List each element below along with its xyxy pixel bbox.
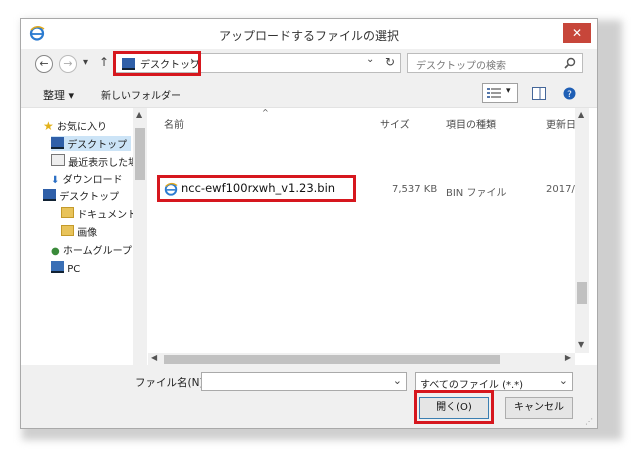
close-button[interactable]: ✕ [563,23,591,43]
organize-button[interactable]: 整理 ▾ [43,87,74,103]
filetype-dropdown-icon[interactable]: ⌄ [559,374,568,387]
dialog-footer: ファイル名(N): ⌄ すべてのファイル (*.*) ⌄ 開く(O) キャンセル… [21,365,597,428]
view-mode-button[interactable]: ▾ [482,83,518,103]
address-highlight-box [113,51,201,76]
command-toolbar: 整理 ▾ 新しいフォルダー ▾ ? [21,81,597,107]
view-dropdown-icon: ▾ [506,86,511,96]
up-arrow-icon[interactable]: ↑ [99,55,109,69]
sidebar-item-recent[interactable]: 最近表示した場所 [51,154,133,169]
file-list-scrollbar[interactable]: ▲ ▼ [575,108,589,353]
forward-arrow-icon: → [63,57,73,70]
sidebar-item-documents[interactable]: ドキュメント [61,206,137,221]
scrollbar-thumb[interactable] [577,282,587,304]
sort-indicator-icon: ^ [262,108,269,117]
back-button[interactable]: ← [35,55,53,73]
help-icon[interactable]: ? [563,87,576,100]
file-row-name[interactable]: ncc-ewf100rxwh_v1.23.bin [181,181,335,195]
star-icon: ★ [43,119,54,133]
forward-button[interactable]: → [59,55,77,73]
resize-grip-icon[interactable]: ⋰ [585,417,593,426]
sidebar-item-desktop-selected[interactable]: デスクトップ [51,136,131,151]
column-header-name[interactable]: 名前 [164,116,184,131]
filetype-value: すべてのファイル (*.*) [420,380,524,391]
open-button[interactable]: 開く(O) [419,397,489,419]
close-icon: ✕ [571,26,583,40]
recent-places-icon [51,154,65,166]
cancel-button[interactable]: キャンセル [505,397,573,419]
desktop-icon [51,137,64,149]
sidebar-item-pictures[interactable]: 画像 [61,224,97,239]
scroll-up-icon[interactable]: ▲ [578,110,584,119]
filename-dropdown-icon[interactable]: ⌄ [393,374,402,387]
filename-input[interactable]: ⌄ [201,372,407,391]
details-view-icon [487,88,501,98]
desktop-icon [43,189,56,201]
horizontal-scrollbar-thumb[interactable] [164,355,500,364]
sidebar-item-favorites[interactable]: ★ お気に入り [43,118,107,133]
file-type: BIN ファイル [446,188,507,199]
column-header-date[interactable]: 更新日 [546,116,575,131]
download-icon: ⬇ [51,175,60,186]
sidebar-item-pc[interactable]: PC [51,260,80,275]
sidebar-item-desktop-root[interactable]: デスクトップ [43,188,119,203]
navigation-bar: ← → ▾ ↑ デスクトップ › ⌄ ↻ デスクトップの検索 [21,49,597,79]
back-arrow-icon: ← [39,57,49,70]
filetype-select[interactable]: すべてのファイル (*.*) ⌄ [415,372,573,391]
folder-icon [61,225,74,236]
refresh-icon[interactable]: ↻ [385,55,395,69]
file-list: 名前 ^ サイズ 項目の種類 更新日 7,537 KB BIN ファイル 201… [148,108,575,353]
window-title: アップロードするファイルの選択 [218,29,399,43]
history-dropdown-icon[interactable]: ▾ [83,57,88,68]
pc-icon [51,261,64,273]
new-folder-button[interactable]: 新しいフォルダー [101,87,181,102]
address-dropdown-icon[interactable]: ⌄ [366,54,374,65]
file-type-icon [164,182,178,196]
file-open-dialog: アップロードするファイルの選択 ✕ ← → ▾ ↑ デスクトップ › ⌄ ↻ デ… [20,18,598,429]
content-area: ★ お気に入り デスクトップ 最近表示した場所 ⬇ ダウンロード デスクトップ [21,107,597,366]
folder-icon [61,207,74,218]
file-size: 7,537 KB [392,184,438,195]
title-bar: アップロードするファイルの選択 ✕ [21,19,597,49]
search-input[interactable]: デスクトップの検索 [407,53,583,73]
homegroup-icon: ● [51,246,60,257]
preview-pane-icon[interactable] [532,87,546,100]
filename-label: ファイル名(N): [135,377,208,389]
sidebar-item-homegroup[interactable]: ● ホームグループ [51,242,132,257]
scroll-right-icon[interactable]: ▶ [565,353,571,362]
column-header-type[interactable]: 項目の種類 [446,116,496,131]
column-header-size[interactable]: サイズ [380,116,410,131]
search-placeholder: デスクトップの検索 [416,61,506,72]
scrollbar-thumb[interactable] [135,128,145,180]
scroll-up-icon[interactable]: ▲ [136,110,142,119]
scroll-left-icon[interactable]: ◀ [151,353,157,362]
navigation-pane: ★ お気に入り デスクトップ 最近表示した場所 ⬇ ダウンロード デスクトップ [21,108,137,366]
scroll-down-icon[interactable]: ▼ [578,340,584,349]
search-icon[interactable] [564,57,576,69]
sidebar-item-downloads[interactable]: ⬇ ダウンロード [51,171,123,186]
svg-text:?: ? [567,90,572,100]
file-date: 2017/ [546,184,575,195]
navigation-pane-scrollbar[interactable]: ▲ [133,108,147,366]
